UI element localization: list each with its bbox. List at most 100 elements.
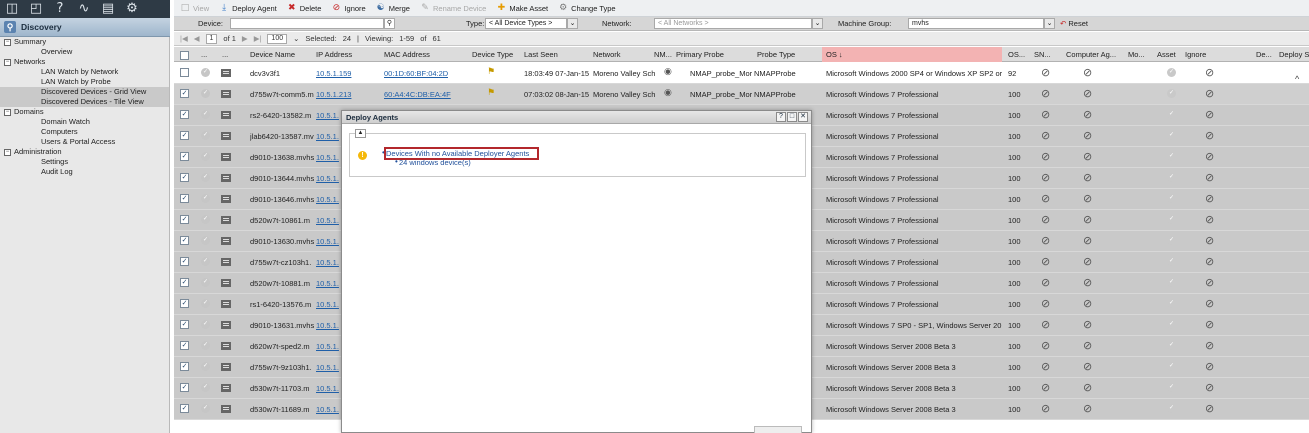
- eye-icon[interactable]: ◉: [664, 67, 672, 77]
- type-filter-select[interactable]: < All Device Types >: [485, 18, 567, 29]
- first-page-icon[interactable]: |◀: [180, 34, 188, 43]
- ip-link[interactable]: 10.5.1.159: [316, 69, 376, 78]
- row-checkbox[interactable]: [180, 68, 189, 77]
- nav-group-networks[interactable]: − Networks: [0, 57, 169, 67]
- column-status[interactable]: ...: [201, 50, 207, 59]
- ignore-button[interactable]: ⊘ Ignore: [331, 3, 366, 13]
- row-checkbox[interactable]: ✓: [180, 194, 189, 203]
- column-last-seen[interactable]: Last Seen: [524, 50, 558, 59]
- row-checkbox[interactable]: ✓: [180, 131, 189, 140]
- nav-group-administration[interactable]: − Administration: [0, 147, 169, 157]
- make-asset-button[interactable]: ✚ Make Asset: [496, 3, 549, 13]
- eye-icon[interactable]: ◉: [664, 88, 672, 98]
- help-icon[interactable]: ?: [48, 0, 72, 18]
- ignore-icon[interactable]: ⊘: [1205, 360, 1214, 373]
- row-checkbox[interactable]: ✓: [180, 173, 189, 182]
- row-checkbox[interactable]: ✓: [180, 152, 189, 161]
- maximize-button[interactable]: □: [787, 112, 797, 122]
- group-filter-select[interactable]: mvhs: [908, 18, 1044, 29]
- row-checkbox[interactable]: ✓: [180, 341, 189, 350]
- network-filter-select[interactable]: < All Networks >: [654, 18, 812, 29]
- ignore-icon[interactable]: ⊘: [1205, 234, 1214, 247]
- settings-icon[interactable]: ⚙: [120, 0, 144, 18]
- ignore-icon[interactable]: ⊘: [1205, 87, 1214, 100]
- page-input[interactable]: 1: [205, 33, 218, 44]
- ip-link[interactable]: 10.5.1.: [316, 153, 340, 162]
- ip-link[interactable]: 10.5.1.: [316, 384, 340, 393]
- chevron-down-icon[interactable]: ⌄: [812, 18, 823, 29]
- ip-link[interactable]: 10.5.1.: [316, 195, 340, 204]
- nav-group-domains[interactable]: − Domains: [0, 107, 169, 117]
- reset-button[interactable]: ↶ Reset: [1060, 19, 1088, 28]
- column-de[interactable]: De...: [1256, 50, 1272, 59]
- collapse-icon[interactable]: −: [4, 38, 11, 46]
- ip-link[interactable]: 10.5.1.: [316, 363, 340, 372]
- merge-button[interactable]: ☯ Merge: [376, 3, 410, 13]
- ignore-icon[interactable]: ⊘: [1205, 129, 1214, 142]
- ip-link[interactable]: 10.5.1.: [316, 405, 340, 414]
- sidebar-item-users-portal[interactable]: Users & Portal Access: [0, 137, 169, 147]
- chart-icon[interactable]: ∿: [72, 0, 96, 18]
- ip-link[interactable]: 10.5.1.213: [316, 90, 376, 99]
- ip-link[interactable]: 10.5.1.: [316, 321, 340, 330]
- view-button[interactable]: □ View: [180, 3, 209, 13]
- row-checkbox[interactable]: ✓: [180, 110, 189, 119]
- column-ignore[interactable]: Ignore: [1185, 50, 1206, 59]
- ignore-icon[interactable]: ⊘: [1205, 66, 1214, 79]
- column-sn[interactable]: SN...: [1034, 50, 1051, 59]
- page-size-select[interactable]: 100: [267, 33, 288, 44]
- nav-group-summary[interactable]: − Summary: [0, 37, 169, 47]
- collapse-icon[interactable]: −: [4, 108, 11, 116]
- ignore-icon[interactable]: ⊘: [1205, 255, 1214, 268]
- sidebar-item-discovered-tile[interactable]: Discovered Devices - Tile View: [0, 97, 169, 107]
- table-row[interactable]: ✓ dcv3v3f1 10.5.1.159 00:1D:60:BF:04:2D ⚑ 18:…: [174, 63, 1309, 84]
- grid-icon[interactable]: ◫: [0, 0, 24, 18]
- ip-link[interactable]: 10.5.1.: [316, 132, 340, 141]
- row-checkbox[interactable]: ✓: [180, 362, 189, 371]
- ip-link[interactable]: 10.5.1.: [316, 237, 340, 246]
- column-device-name[interactable]: Device Name: [250, 50, 295, 59]
- sidebar-item-settings[interactable]: Settings: [0, 157, 169, 167]
- sidebar-item-discovered-grid[interactable]: Discovered Devices - Grid View: [0, 87, 169, 97]
- sidebar-item-lan-watch-probe[interactable]: LAN Watch by Probe: [0, 77, 169, 87]
- ignore-icon[interactable]: ⊘: [1205, 150, 1214, 163]
- ignore-icon[interactable]: ⊘: [1205, 339, 1214, 352]
- ip-link[interactable]: 10.5.1.: [316, 174, 340, 183]
- column-os[interactable]: OS ↓: [822, 47, 1002, 62]
- ignore-icon[interactable]: ⊘: [1205, 318, 1214, 331]
- sidebar-item-overview[interactable]: Overview: [0, 47, 169, 57]
- row-checkbox[interactable]: ✓: [180, 257, 189, 266]
- row-checkbox[interactable]: ✓: [180, 278, 189, 287]
- ip-link[interactable]: 10.5.1.: [316, 342, 340, 351]
- chevron-down-icon[interactable]: ⌄: [1044, 18, 1055, 29]
- help-button[interactable]: ?: [776, 112, 786, 122]
- column-device-type[interactable]: Device Type: [472, 50, 513, 59]
- column-computer-agent[interactable]: Computer Ag...: [1066, 50, 1116, 59]
- column-nm[interactable]: NM...: [654, 50, 672, 59]
- sidebar-item-domain-watch[interactable]: Domain Watch: [0, 117, 169, 127]
- ignore-icon[interactable]: ⊘: [1205, 171, 1214, 184]
- rename-device-button[interactable]: ✎ Rename Device: [420, 3, 486, 13]
- mac-link[interactable]: 00:1D:60:BF:04:2D: [384, 69, 448, 78]
- column-primary-probe[interactable]: Primary Probe: [676, 50, 724, 59]
- column-network[interactable]: Network: [593, 50, 621, 59]
- ignore-icon[interactable]: ⊘: [1205, 381, 1214, 394]
- dialog-button[interactable]: [754, 426, 802, 433]
- page-size-chevron-icon[interactable]: ⌄: [293, 34, 299, 43]
- ignore-icon[interactable]: ⊘: [1205, 213, 1214, 226]
- ignore-icon[interactable]: ⊘: [1205, 108, 1214, 121]
- row-checkbox[interactable]: ✓: [180, 215, 189, 224]
- ip-link[interactable]: 10.5.1.: [316, 279, 340, 288]
- table-row[interactable]: ✓ ✓ d755w7t-comm5.m 10.5.1.213 60:A4:4C:DB:E…: [174, 84, 1309, 105]
- row-checkbox[interactable]: ✓: [180, 299, 189, 308]
- collapse-icon[interactable]: −: [4, 148, 11, 156]
- delete-button[interactable]: ✖ Delete: [287, 3, 321, 13]
- change-type-button[interactable]: ⚙ Change Type: [558, 3, 616, 13]
- search-icon[interactable]: ⚲: [384, 18, 395, 29]
- sidebar-item-audit-log[interactable]: Audit Log: [0, 167, 169, 177]
- ignore-icon[interactable]: ⊘: [1205, 276, 1214, 289]
- column-icon[interactable]: ...: [222, 50, 228, 59]
- sidebar-item-computers[interactable]: Computers: [0, 127, 169, 137]
- ignore-icon[interactable]: ⊘: [1205, 192, 1214, 205]
- column-asset[interactable]: Asset: [1157, 50, 1176, 59]
